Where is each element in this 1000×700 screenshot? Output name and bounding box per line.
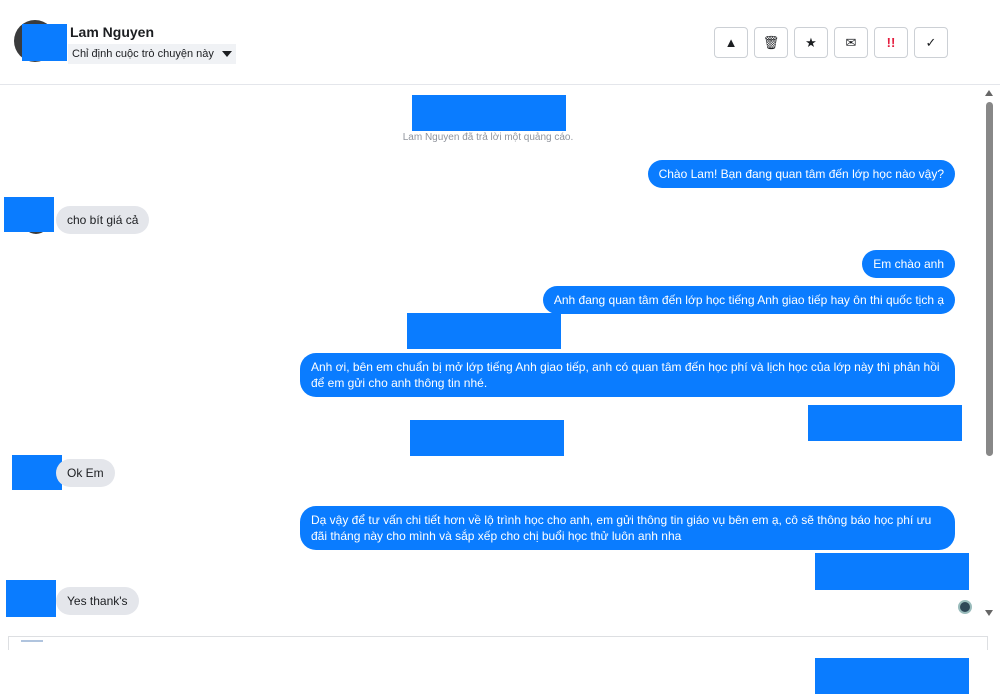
composer-edge-mark <box>21 640 43 642</box>
caret-down-icon <box>221 51 232 57</box>
report-spam-button[interactable]: ▲ <box>714 27 748 58</box>
scroll-down-icon[interactable] <box>985 610 993 616</box>
envelope-icon: ✉ <box>845 34 857 50</box>
conversation-header: Lam Nguyen Chỉ định cuộc trò chuyện này … <box>0 0 1000 85</box>
assign-conversation-dropdown[interactable]: Chỉ định cuộc trò chuyện này <box>68 44 236 64</box>
scroll-thumb[interactable] <box>986 102 993 456</box>
check-icon: ✓ <box>925 34 937 50</box>
star-icon: ★ <box>805 34 817 50</box>
message-outgoing[interactable]: Em chào anh <box>862 250 955 278</box>
scroll-up-icon[interactable] <box>985 90 993 96</box>
conversation-toolbar: ▲ 🗑 ★ ✉ !! ✓ <box>714 27 948 58</box>
redacted-block-bottom <box>815 658 969 694</box>
thread-scrollbar[interactable] <box>984 86 996 631</box>
message-composer[interactable] <box>8 636 988 650</box>
redacted-ad-block <box>412 95 566 131</box>
priority-icon: !! <box>886 35 896 50</box>
mark-unread-button[interactable]: ✉ <box>834 27 868 58</box>
redacted-attachment-block <box>410 420 564 456</box>
mark-done-button[interactable]: ✓ <box>914 27 948 58</box>
message-incoming[interactable]: Yes thank's <box>56 587 139 615</box>
assign-conversation-label: Chỉ định cuộc trò chuyện này <box>72 48 214 60</box>
trash-icon: 🗑 <box>762 34 780 50</box>
delete-button[interactable]: 🗑 <box>754 27 788 58</box>
warning-icon: ▲ <box>724 35 738 50</box>
message-incoming[interactable]: cho bít giá cả <box>56 206 150 234</box>
message-outgoing[interactable]: Anh đang quan tâm đến lớp học tiếng Anh … <box>542 286 955 314</box>
redacted-attachment-block <box>808 405 962 441</box>
redacted-avatar-block <box>12 455 62 490</box>
seen-avatar-icon <box>958 600 972 614</box>
message-outgoing[interactable]: Anh ơi, bên em chuẩn bị mở lớp tiếng Anh… <box>300 353 955 397</box>
redacted-avatar-block <box>6 580 56 617</box>
message-outgoing[interactable]: Chào Lam! Bạn đang quan tâm đến lớp học … <box>647 160 955 188</box>
redacted-attachment-block <box>815 553 969 590</box>
follow-up-button[interactable]: !! <box>874 27 908 58</box>
message-incoming[interactable]: Ok Em <box>56 459 115 487</box>
star-button[interactable]: ★ <box>794 27 828 58</box>
contact-name[interactable]: Lam Nguyen <box>70 24 154 40</box>
message-outgoing[interactable]: Dạ vậy để tư vấn chi tiết hơn về lộ trìn… <box>300 506 955 550</box>
redacted-avatar-block <box>4 197 54 232</box>
redacted-attachment-block <box>407 313 561 349</box>
redacted-avatar-block <box>22 24 67 61</box>
system-note: Lam Nguyen đã trả lời một quảng cáo. <box>402 132 574 143</box>
